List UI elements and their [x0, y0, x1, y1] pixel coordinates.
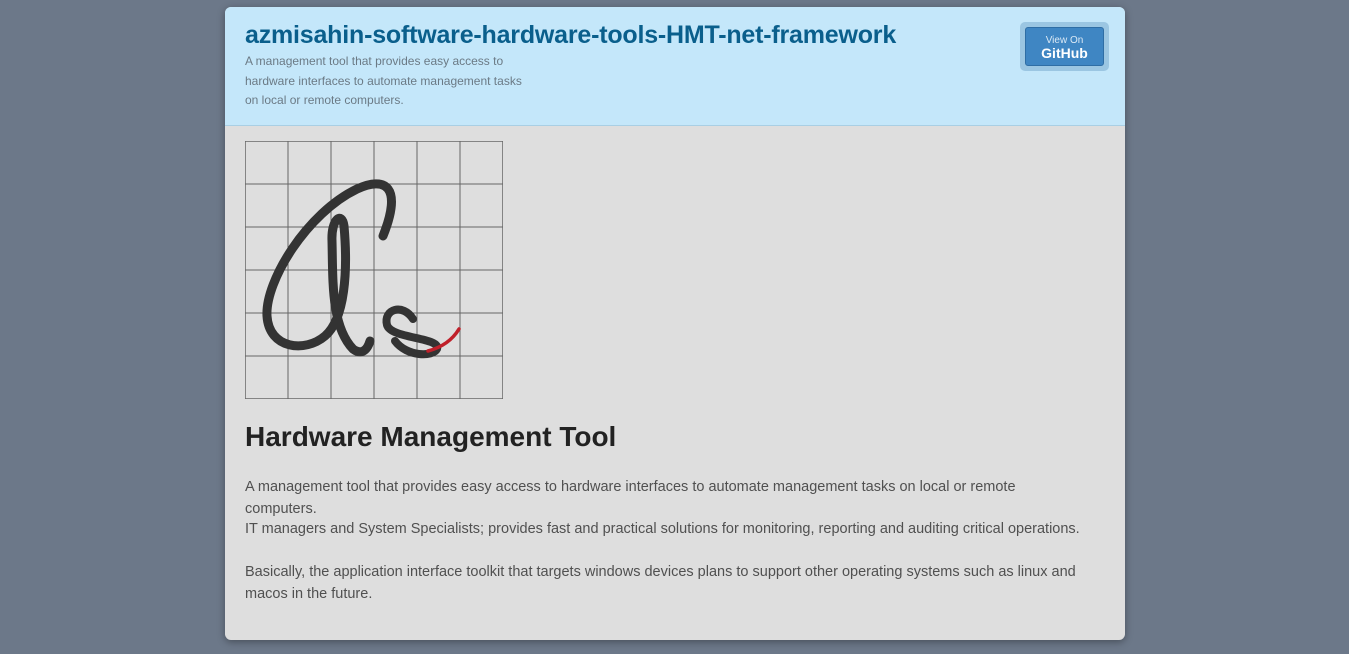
project-title[interactable]: azmisahin-software-hardware-tools-HMT-ne…	[245, 21, 896, 50]
github-button-label: GitHub	[1041, 45, 1088, 61]
project-tagline: A management tool that provides easy acc…	[245, 52, 545, 111]
description-paragraph: A management tool that provides easy acc…	[245, 479, 1016, 517]
github-button-frame: View On GitHub	[1020, 22, 1109, 71]
content-card: azmisahin-software-hardware-tools-HMT-ne…	[225, 7, 1125, 640]
view-on-github-button[interactable]: View On GitHub	[1025, 27, 1104, 66]
main-heading: Hardware Management Tool	[245, 421, 617, 452]
tagline-line: on local or remote computers.	[245, 93, 404, 107]
as-monogram-logo	[245, 141, 503, 399]
page-header: azmisahin-software-hardware-tools-HMT-ne…	[225, 7, 1125, 126]
description-paragraph: IT managers and System Specialists; prov…	[245, 521, 1080, 537]
tagline-line: hardware interfaces to automate manageme…	[245, 73, 522, 88]
tagline-line: A management tool that provides easy acc…	[245, 54, 504, 68]
description-paragraph: Basically, the application interface too…	[245, 564, 1076, 602]
